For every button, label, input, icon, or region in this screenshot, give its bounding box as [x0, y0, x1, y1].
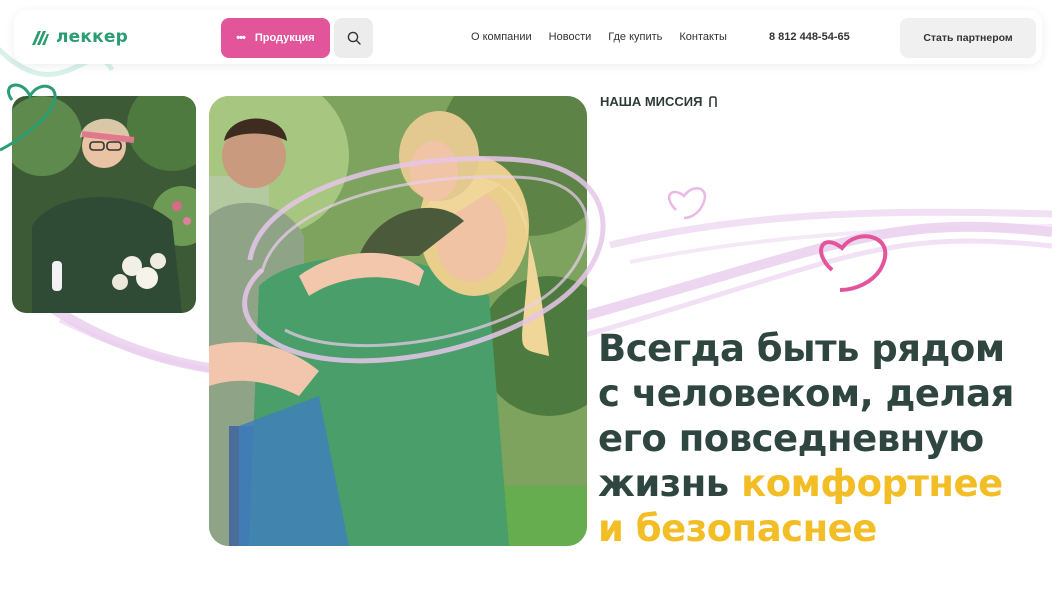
mission-label: НАША МИССИЯ: [600, 94, 719, 109]
main-nav: О компании Новости Где купить Контакты: [471, 31, 727, 43]
nav-item-contacts[interactable]: Контакты: [679, 31, 727, 43]
logo-mark-icon: [32, 31, 49, 45]
logo[interactable]: леккер: [30, 27, 128, 47]
phone-link[interactable]: 8 812 448-54-65: [769, 31, 850, 43]
products-button[interactable]: ••• Продукция: [221, 18, 330, 58]
hero-headline: Всегда быть рядом с человеком, делая его…: [598, 326, 1038, 551]
headline-line: с человеком, делая: [598, 372, 1014, 415]
mission-label-text: НАША МИССИЯ: [600, 94, 703, 109]
become-partner-button[interactable]: Стать партнером: [900, 18, 1036, 58]
logo-text: леккер: [56, 27, 128, 47]
nav-item-where-to-buy[interactable]: Где купить: [608, 31, 662, 43]
search-icon: [347, 31, 361, 45]
dots-icon: •••: [236, 32, 246, 44]
headline-line: жизнь комфортнее: [598, 461, 1038, 506]
headline-plain-text: жизнь: [598, 462, 742, 505]
nav-item-about[interactable]: О компании: [471, 31, 532, 43]
heart-icon: [819, 234, 888, 292]
gardening-woman-photo: [12, 96, 196, 313]
search-button[interactable]: [334, 18, 373, 58]
nav-item-news[interactable]: Новости: [549, 31, 592, 43]
headline-line: его повседневную: [598, 417, 984, 460]
headline-accent-text: комфортнее: [741, 462, 1003, 505]
site-header: леккер ••• Продукция О компании Новости …: [14, 10, 1042, 64]
headline-accent-line: и безопаснее: [598, 507, 877, 550]
products-label: Продукция: [254, 32, 315, 44]
arrow-icon: [709, 95, 718, 107]
headline-line: Всегда быть рядом: [598, 327, 1005, 370]
family-hero-photo: [209, 96, 587, 546]
heart-icon: [667, 187, 707, 220]
